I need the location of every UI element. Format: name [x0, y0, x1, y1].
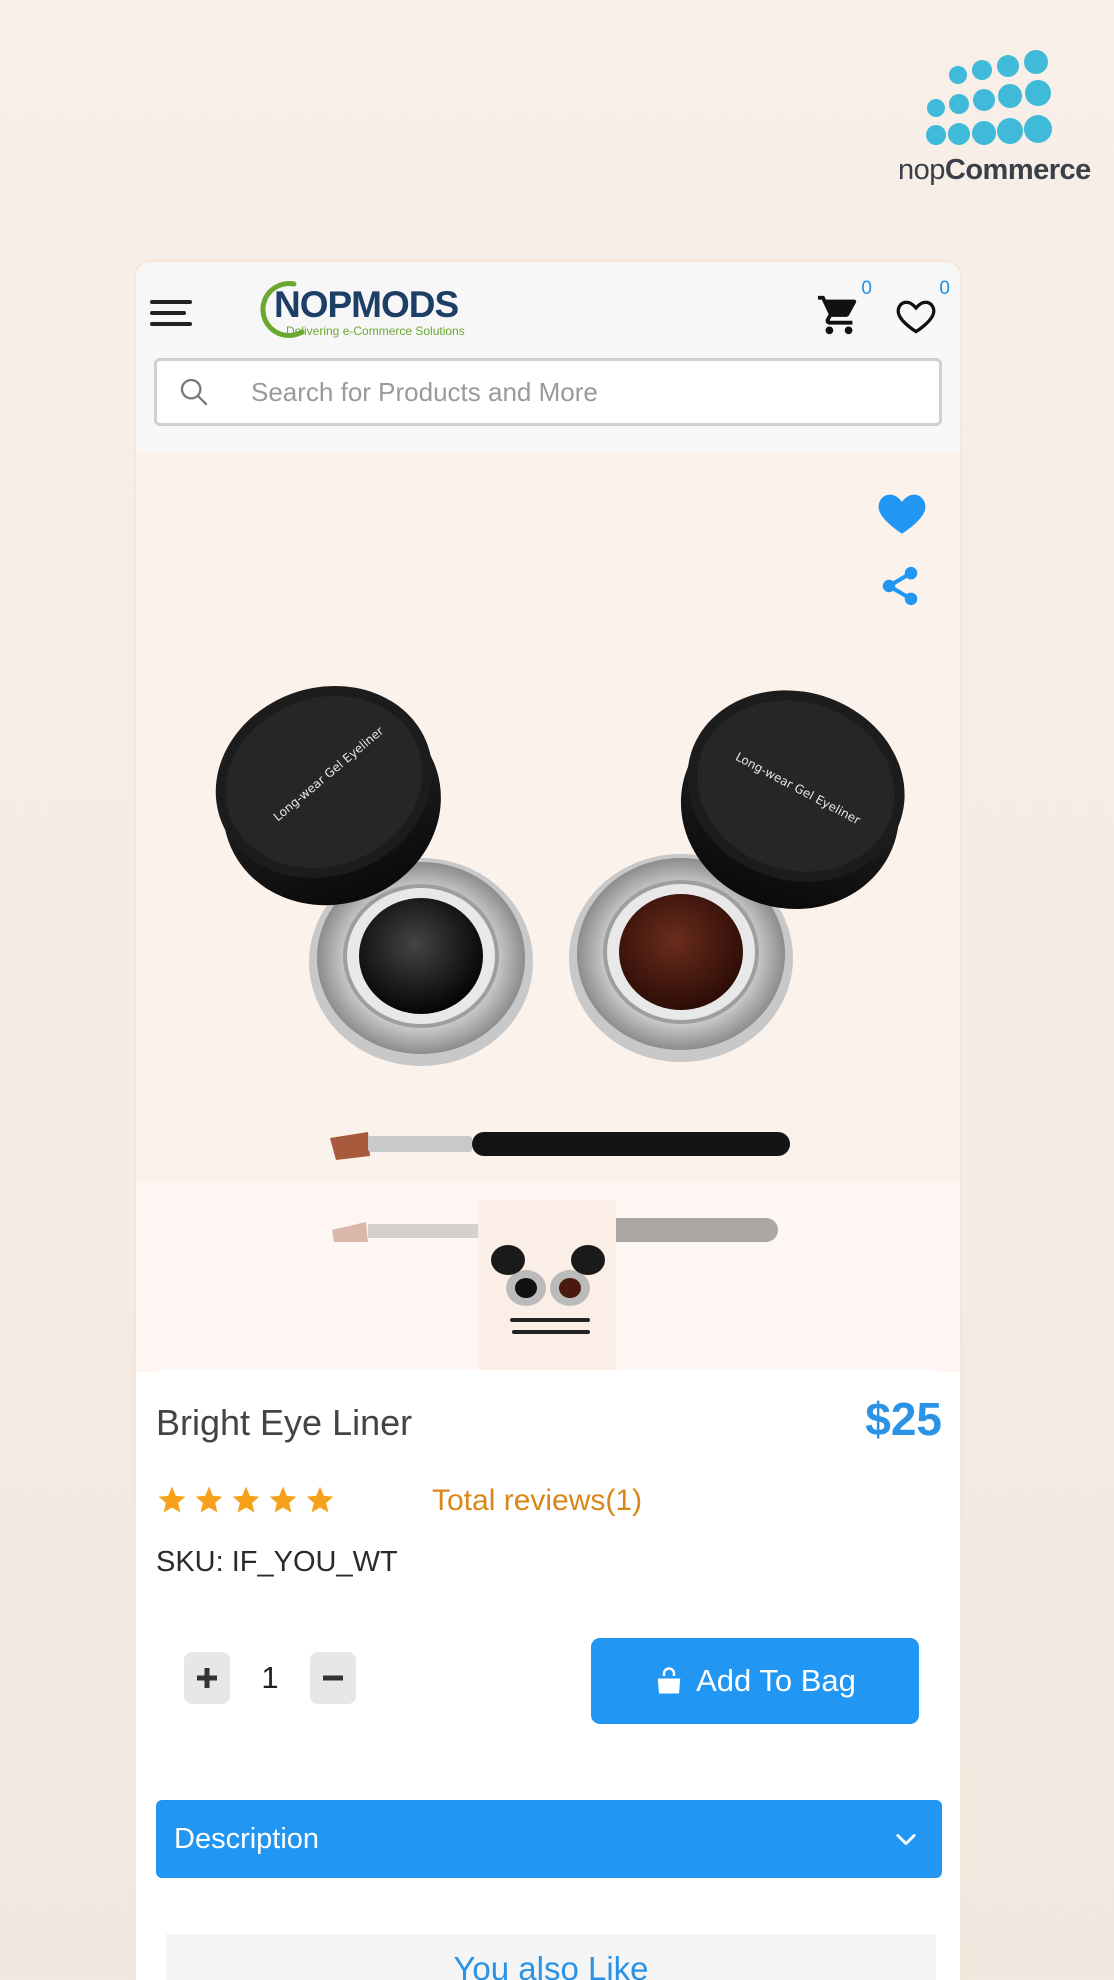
nopcommerce-dots-logo [926, 50, 1052, 145]
product-thumbnail[interactable] [478, 1200, 616, 1372]
app-header: NOPMODS Delivering e-Commerce Solutions … [136, 262, 960, 452]
mobile-app-frame: NOPMODS Delivering e-Commerce Solutions … [136, 262, 960, 1980]
search-bar[interactable] [154, 358, 942, 426]
product-name: Bright Eye Liner [156, 1402, 413, 1443]
heart-outline-icon [896, 300, 936, 334]
brand-wordmark: nopCommerce [898, 154, 1091, 186]
product-price: $25 [865, 1393, 942, 1445]
increase-quantity-button[interactable] [184, 1652, 230, 1704]
minus-icon [323, 1675, 343, 1681]
product-sku: SKU: IF_YOU_WT [156, 1546, 398, 1578]
wishlist-button[interactable]: 0 [894, 278, 950, 342]
add-to-bag-label: Add To Bag [696, 1663, 856, 1698]
star-rating [156, 1484, 336, 1516]
decrease-quantity-button[interactable] [310, 1652, 356, 1704]
search-input[interactable] [251, 376, 891, 408]
star-icon [158, 1486, 186, 1513]
cart-icon [817, 295, 857, 335]
related-products-heading: You also Like [166, 1934, 936, 1980]
wishlist-count-badge: 0 [939, 278, 950, 299]
share-icon[interactable] [878, 564, 922, 608]
plus-icon [197, 1668, 217, 1688]
star-icon [232, 1486, 260, 1513]
nopcommerce-brand: nopCommerce [898, 50, 1091, 190]
description-label: Description [174, 1822, 320, 1855]
quantity-stepper: 1 [184, 1652, 356, 1704]
logo-subtitle: Delivering e-Commerce Solutions [286, 324, 465, 338]
star-icon [269, 1486, 297, 1513]
heart-filled-icon[interactable] [876, 488, 928, 536]
star-icon [306, 1486, 334, 1513]
cart-button[interactable]: 0 [816, 278, 872, 342]
shopping-bag-icon [657, 1667, 681, 1694]
thumbnail-strip [136, 1182, 960, 1372]
description-accordion[interactable]: Description [156, 1800, 942, 1878]
cart-count-badge: 0 [861, 278, 872, 299]
logo-title: NOPMODS [274, 284, 459, 325]
search-icon [180, 378, 208, 406]
product-image-gallery[interactable]: Long-wear Gel Eyeliner Long-wear Gel Eye… [136, 452, 960, 1182]
add-to-bag-button[interactable]: Add To Bag [591, 1638, 919, 1724]
quantity-value[interactable]: 1 [230, 1660, 310, 1696]
product-details: Bright Eye Liner $25 Total reviews(1) SK… [136, 1370, 960, 1980]
store-logo[interactable]: NOPMODS Delivering e-Commerce Solutions [256, 276, 516, 346]
product-image: Long-wear Gel Eyeliner Long-wear Gel Eye… [215, 685, 905, 1160]
menu-icon[interactable] [150, 296, 196, 330]
star-icon [195, 1486, 223, 1513]
chevron-down-icon [896, 1834, 916, 1846]
total-reviews-link[interactable]: Total reviews(1) [432, 1484, 642, 1518]
thumbnail-image [491, 1245, 605, 1334]
